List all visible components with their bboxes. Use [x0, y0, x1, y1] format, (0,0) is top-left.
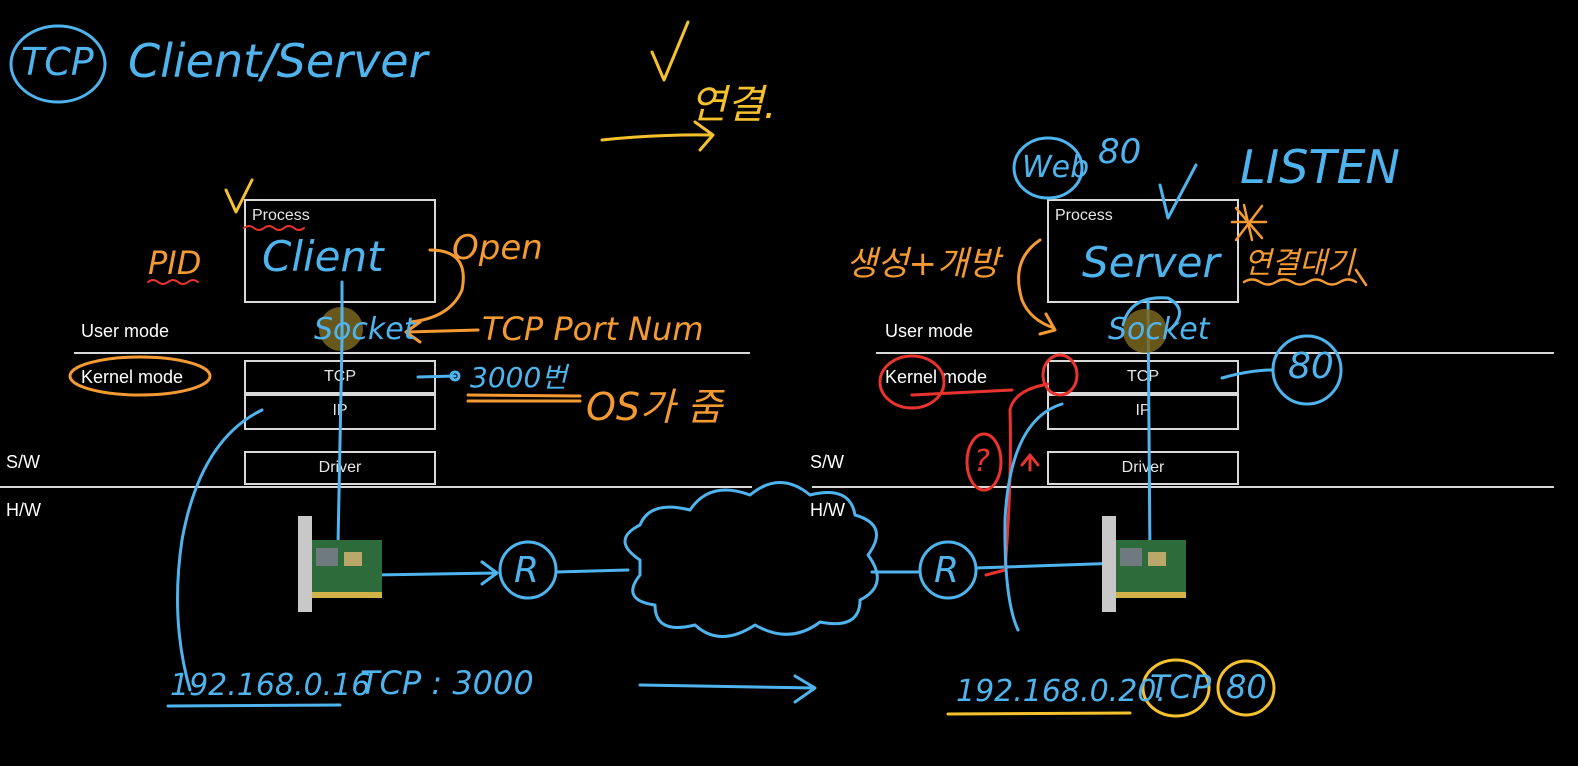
- whiteboard-canvas: Process User mode Kernel mode TCP IP S/W…: [0, 0, 1578, 766]
- client-router-to-cloud: [554, 568, 630, 574]
- server-red-arrow-up: [1020, 453, 1040, 472]
- client-address-underline: [166, 703, 342, 708]
- top-checkmark: [650, 20, 690, 82]
- client-checkmark: [224, 178, 254, 214]
- client-port-label: 3000번: [470, 361, 568, 394]
- client-socket-label: Socket: [314, 312, 416, 347]
- internet-cloud: [623, 481, 879, 638]
- title-circle-text: TCP: [21, 40, 94, 84]
- client-kernel-circle: [68, 355, 212, 397]
- listen-star: [1230, 203, 1268, 242]
- question-label: ?: [974, 444, 990, 479]
- server-tcp-address-label: TCP: [1150, 668, 1212, 706]
- client-address-label: 192.168.0.16: [170, 668, 371, 703]
- server-address-label: 192.168.0.20.: [956, 674, 1166, 709]
- server-name: Server: [1082, 238, 1220, 287]
- create-open-label: 생성+개방: [846, 244, 1000, 284]
- server-socket-label: Socket: [1108, 312, 1210, 347]
- tcp-port-arrow: [404, 320, 480, 344]
- server-port-circle-label: 80: [1288, 346, 1334, 387]
- server-kernel-red-circle: [878, 354, 946, 410]
- client-nic-card: [298, 516, 382, 612]
- process-underline: [243, 225, 305, 231]
- connect-label: 연결.: [690, 82, 777, 128]
- web-port-label: 80: [1098, 132, 1142, 172]
- server-router-label: R: [934, 550, 960, 591]
- os-note-label: OS가 줌: [586, 385, 723, 429]
- annotation-strokes: [9, 20, 1368, 718]
- client-name: Client: [262, 232, 384, 281]
- server-blue-path-left: [1003, 402, 1064, 632]
- client-nic-to-router: [368, 560, 499, 586]
- server-tcp-red-circle: [1041, 353, 1079, 397]
- server-red-path: [984, 382, 1050, 577]
- listen-label: LISTEN: [1240, 140, 1400, 194]
- diagram-title: Client/Server: [128, 34, 428, 88]
- client-ip-curve: [176, 408, 264, 692]
- bottom-arrow: [638, 674, 817, 704]
- client-router-label: R: [514, 550, 540, 591]
- tcp-port-num-label: TCP Port Num: [482, 310, 704, 348]
- create-open-arrow: [1017, 238, 1057, 336]
- server-port-line: [1220, 368, 1274, 380]
- server-checkmark: [1158, 163, 1198, 220]
- pid-label: PID: [148, 244, 202, 282]
- tcp-to-port-line: [416, 374, 457, 379]
- connection-wait-label: 연결대기: [1244, 246, 1355, 281]
- web-label: Web: [1022, 150, 1090, 185]
- server-nic-card: [1102, 516, 1186, 612]
- server-address-underline: [946, 711, 1132, 716]
- open-label: Open: [452, 228, 543, 268]
- server-port-address-label: 80: [1226, 668, 1267, 706]
- server-kernel-red-line: [910, 388, 1014, 397]
- client-tcp-address-label: TCP : 3000: [360, 664, 534, 702]
